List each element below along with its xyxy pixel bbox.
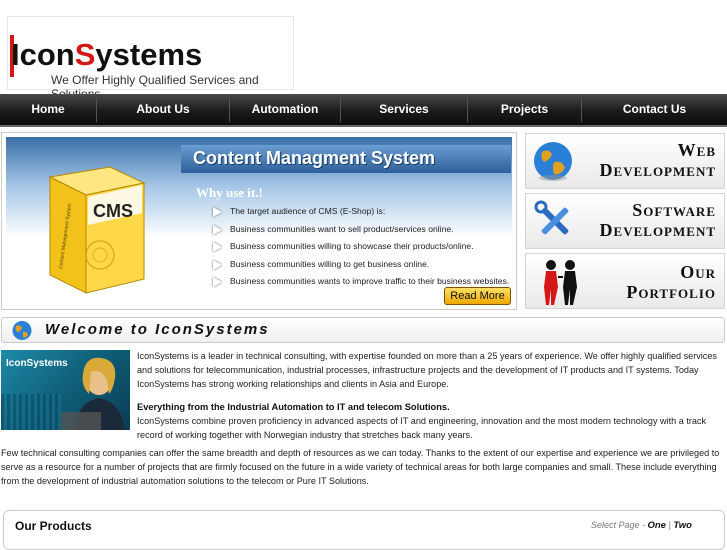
banner-bullet: Business communities willing to showcase…	[213, 238, 509, 256]
arrow-icon	[213, 242, 222, 252]
arrow-icon	[213, 259, 222, 270]
globe-icon	[534, 142, 572, 181]
our-portfolio-text: Our Portfolio	[626, 262, 716, 302]
resources-paragraph: Few technical consulting companies can o…	[1, 448, 720, 486]
nav-automation[interactable]: Automation	[230, 94, 340, 125]
main-navbar: Home About Us Automation Services Projec…	[0, 94, 727, 127]
woman-image	[61, 357, 125, 430]
arrow-icon	[213, 277, 222, 287]
people-icon	[544, 260, 577, 305]
nav-contact-us[interactable]: Contact Us	[582, 94, 727, 125]
cms-box-label: CMS	[93, 201, 133, 221]
logo-part-3: ystems	[95, 37, 203, 72]
nav-projects[interactable]: Projects	[468, 94, 581, 125]
banner-bullet: Business communities willing to get busi…	[213, 256, 509, 274]
nav-about-us[interactable]: About Us	[97, 94, 229, 125]
arrow-icon	[213, 207, 222, 217]
logo[interactable]: IconSystems We Offer Highly Qualified Se…	[7, 16, 294, 101]
banner-why: Why use it.!	[196, 185, 263, 200]
products-panel: Our Products Select Page - One | Two	[3, 510, 725, 550]
our-portfolio-panel[interactable]: Our Portfolio	[525, 253, 725, 309]
logo-part-2: S	[74, 37, 96, 72]
nav-services[interactable]: Services	[341, 94, 467, 125]
page-separator: |	[668, 520, 671, 530]
iconsystems-thumbnail: IconSystems	[1, 350, 130, 430]
intro-paragraph: IconSystems is a leader in technical con…	[137, 351, 717, 389]
logo-part-1: Icon	[11, 37, 75, 72]
welcome-bar: Welcome to IconSystems	[1, 317, 725, 343]
web-development-panel[interactable]: Web Development	[525, 133, 725, 189]
banner-title: Content Managment System	[193, 148, 436, 168]
tools-icon	[534, 200, 569, 235]
banner-image: Content Managment System CMS Content Man…	[6, 137, 512, 305]
select-page-label: Select Page -	[590, 520, 645, 530]
read-more-button[interactable]: Read More	[444, 287, 511, 305]
web-development-text: Web Development	[599, 140, 716, 180]
banner-bullet: Business communities want to sell produc…	[213, 221, 509, 239]
software-development-text: Software Development	[599, 200, 716, 240]
banner-bullet-list: The target audience of CMS (E-Shop) is: …	[213, 203, 509, 291]
keyboard-image	[1, 394, 61, 430]
intro-heading: Everything from the Industrial Automatio…	[137, 402, 450, 412]
thumbnail-label: IconSystems	[6, 358, 68, 369]
proficiency-paragraph: IconSystems combine proven proficiency i…	[137, 416, 707, 440]
banner-bullet: The target audience of CMS (E-Shop) is:	[213, 203, 509, 221]
page-two-link[interactable]: Two	[673, 520, 692, 531]
software-development-panel[interactable]: Software Development	[525, 193, 725, 249]
logo-title: IconSystems	[11, 37, 202, 73]
cms-box-icon: CMS Content Management System	[48, 166, 146, 294]
nav-home[interactable]: Home	[0, 94, 96, 125]
arrow-icon	[213, 224, 222, 235]
globe-small-icon	[12, 321, 32, 340]
welcome-title: Welcome to IconSystems	[45, 321, 270, 338]
page-one-link[interactable]: One	[647, 520, 665, 531]
page-selector: Select Page - One | Two	[591, 520, 692, 531]
cms-banner: Content Managment System CMS Content Man…	[1, 132, 517, 310]
products-title: Our Products	[15, 519, 92, 533]
